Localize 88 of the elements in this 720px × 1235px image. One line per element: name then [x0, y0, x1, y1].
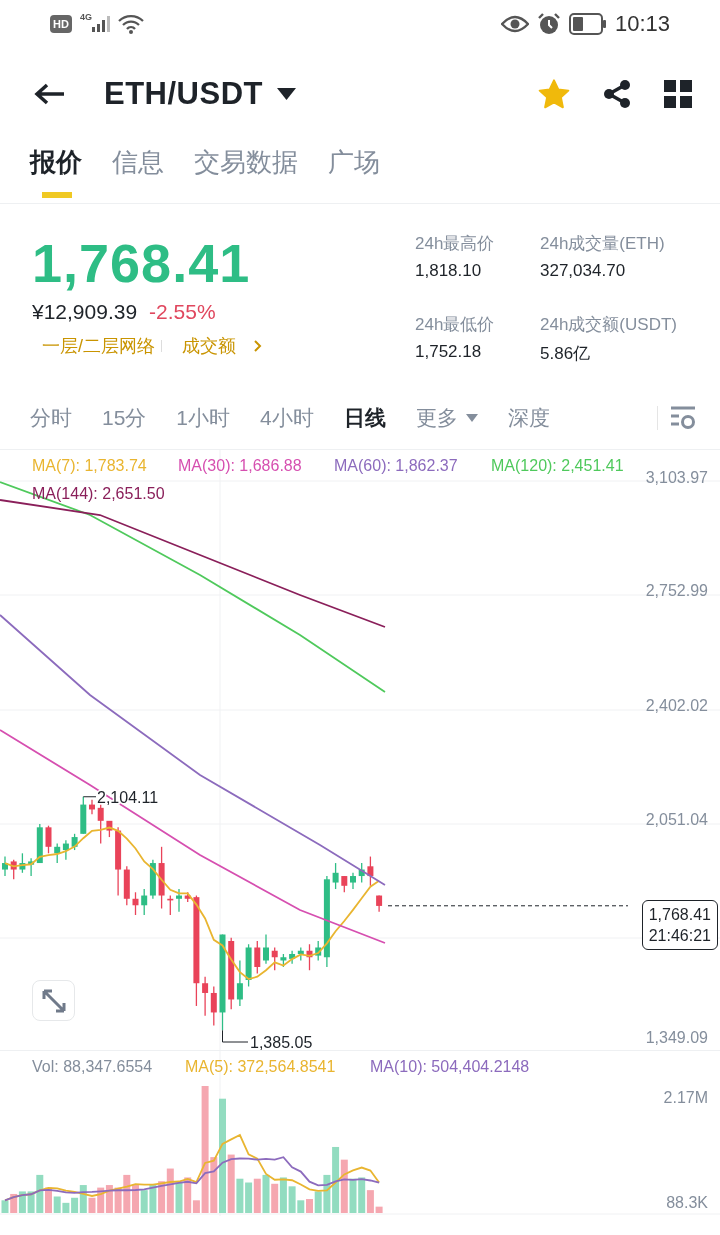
chevron-icon: [254, 340, 262, 352]
ticker-link[interactable]: 一层/二层网络: [42, 334, 155, 358]
candle: [89, 799, 95, 815]
candle: [132, 891, 139, 916]
page-tab[interactable]: 广场: [328, 140, 380, 203]
interval-tab[interactable]: 更多: [415, 403, 478, 432]
stat-label: 24h成交额(USDT): [540, 313, 678, 336]
hd-badge: HD: [50, 15, 72, 33]
price-axis-label: 2,051.04: [645, 811, 708, 828]
back-button[interactable]: [34, 82, 66, 106]
clock-time: 10:13: [614, 11, 670, 37]
pair-title[interactable]: ETH/USDT: [104, 76, 263, 112]
interval-tab[interactable]: 15分: [102, 403, 147, 432]
favorite-star-icon[interactable]: [538, 79, 570, 109]
countdown-time: 21:46:21: [648, 925, 711, 946]
ma-legend: MA(30): 1,686.88: [178, 457, 302, 474]
battery-icon: [568, 13, 607, 35]
price-change: -2.55%: [149, 300, 216, 324]
candle: [367, 855, 374, 887]
grid-icon[interactable]: [664, 80, 692, 108]
page-tab[interactable]: 信息: [112, 140, 164, 203]
alarm-icon: [536, 12, 561, 36]
tag-price: 1,768.41: [648, 904, 711, 925]
candle: [350, 872, 356, 890]
ma-legend: MA(120): 2,451.41: [491, 457, 624, 474]
page-tab[interactable]: 报价: [30, 140, 82, 203]
price-axis-label: 2,752.99: [645, 582, 708, 599]
volume-legend: MA(5): 372,564.8541: [185, 1058, 336, 1075]
wifi-icon: [117, 14, 144, 34]
low-price-label: 1,385.05: [250, 1034, 313, 1050]
candle: [45, 825, 52, 854]
caret-icon: [465, 413, 478, 422]
stat-label: 24h成交量(ETH): [540, 233, 666, 255]
price-axis-label: 2,402.02: [645, 697, 708, 714]
candle: [358, 862, 365, 884]
candle: [106, 820, 113, 838]
candle: [2, 855, 8, 877]
candle: [10, 859, 17, 880]
network-type: 4G: [79, 12, 92, 22]
expand-icon: [40, 987, 67, 1014]
volume-legend: MA(10): 504,404.2148: [370, 1058, 530, 1075]
candle: [97, 803, 104, 845]
stat-value: 327,034.70: [540, 261, 627, 281]
stat-value: 1,818.10: [415, 261, 483, 281]
candle: [19, 852, 26, 874]
interval-tab[interactable]: 4小时: [260, 403, 314, 432]
price-axis-label: 3,103.97: [645, 469, 708, 486]
ticker-link[interactable]: 成交额: [182, 334, 262, 358]
ma-legend: MA(144): 2,651.50: [32, 485, 165, 502]
price-axis-label: 1,349.09: [645, 1029, 708, 1046]
candle: [263, 933, 269, 965]
interval-tab[interactable]: 深度: [507, 403, 550, 432]
candle: [271, 946, 278, 971]
interval-tab[interactable]: 分时: [30, 403, 72, 432]
candle: [158, 846, 165, 910]
ma-legend: MA(7): 1,783.74: [32, 457, 147, 474]
leader-line: [82, 796, 97, 798]
candle: [184, 891, 191, 903]
stat-label: 24h最低价: [415, 313, 496, 336]
interval-tab[interactable]: 日线: [343, 403, 386, 432]
signal-icon: [91, 16, 110, 32]
expand-button[interactable]: [32, 980, 75, 1021]
candle: [245, 943, 252, 988]
candle: [167, 894, 174, 916]
candle: [254, 940, 261, 975]
volume-axis-label: 88.3K: [666, 1194, 708, 1211]
stat-value: 1,752.18: [415, 341, 483, 362]
eye-icon: [500, 15, 529, 33]
candle: [71, 833, 78, 851]
volume-axis-label: 2.17M: [663, 1089, 708, 1106]
interval-tab[interactable]: 1小时: [176, 403, 231, 432]
settings-icon[interactable]: [670, 404, 696, 431]
leader-line: [222, 1029, 249, 1043]
candle: [376, 894, 383, 913]
share-icon[interactable]: [602, 79, 632, 109]
candle: [176, 888, 182, 913]
volume-legend: Vol: 88,347.6554: [32, 1058, 153, 1075]
candle: [306, 943, 313, 971]
page-tab[interactable]: 交易数据: [194, 140, 298, 203]
caret-icon[interactable]: [277, 88, 296, 100]
ma-legend: MA(60): 1,862.37: [334, 457, 458, 474]
stat-value: 5.86亿: [540, 342, 592, 365]
candle: [80, 796, 87, 835]
fiat-price: ¥12,909.39: [32, 300, 138, 324]
last-price: 1,768.41: [32, 232, 252, 294]
stat-label: 24h最高价: [415, 233, 496, 255]
candle: [341, 875, 348, 893]
candle: [332, 862, 339, 890]
